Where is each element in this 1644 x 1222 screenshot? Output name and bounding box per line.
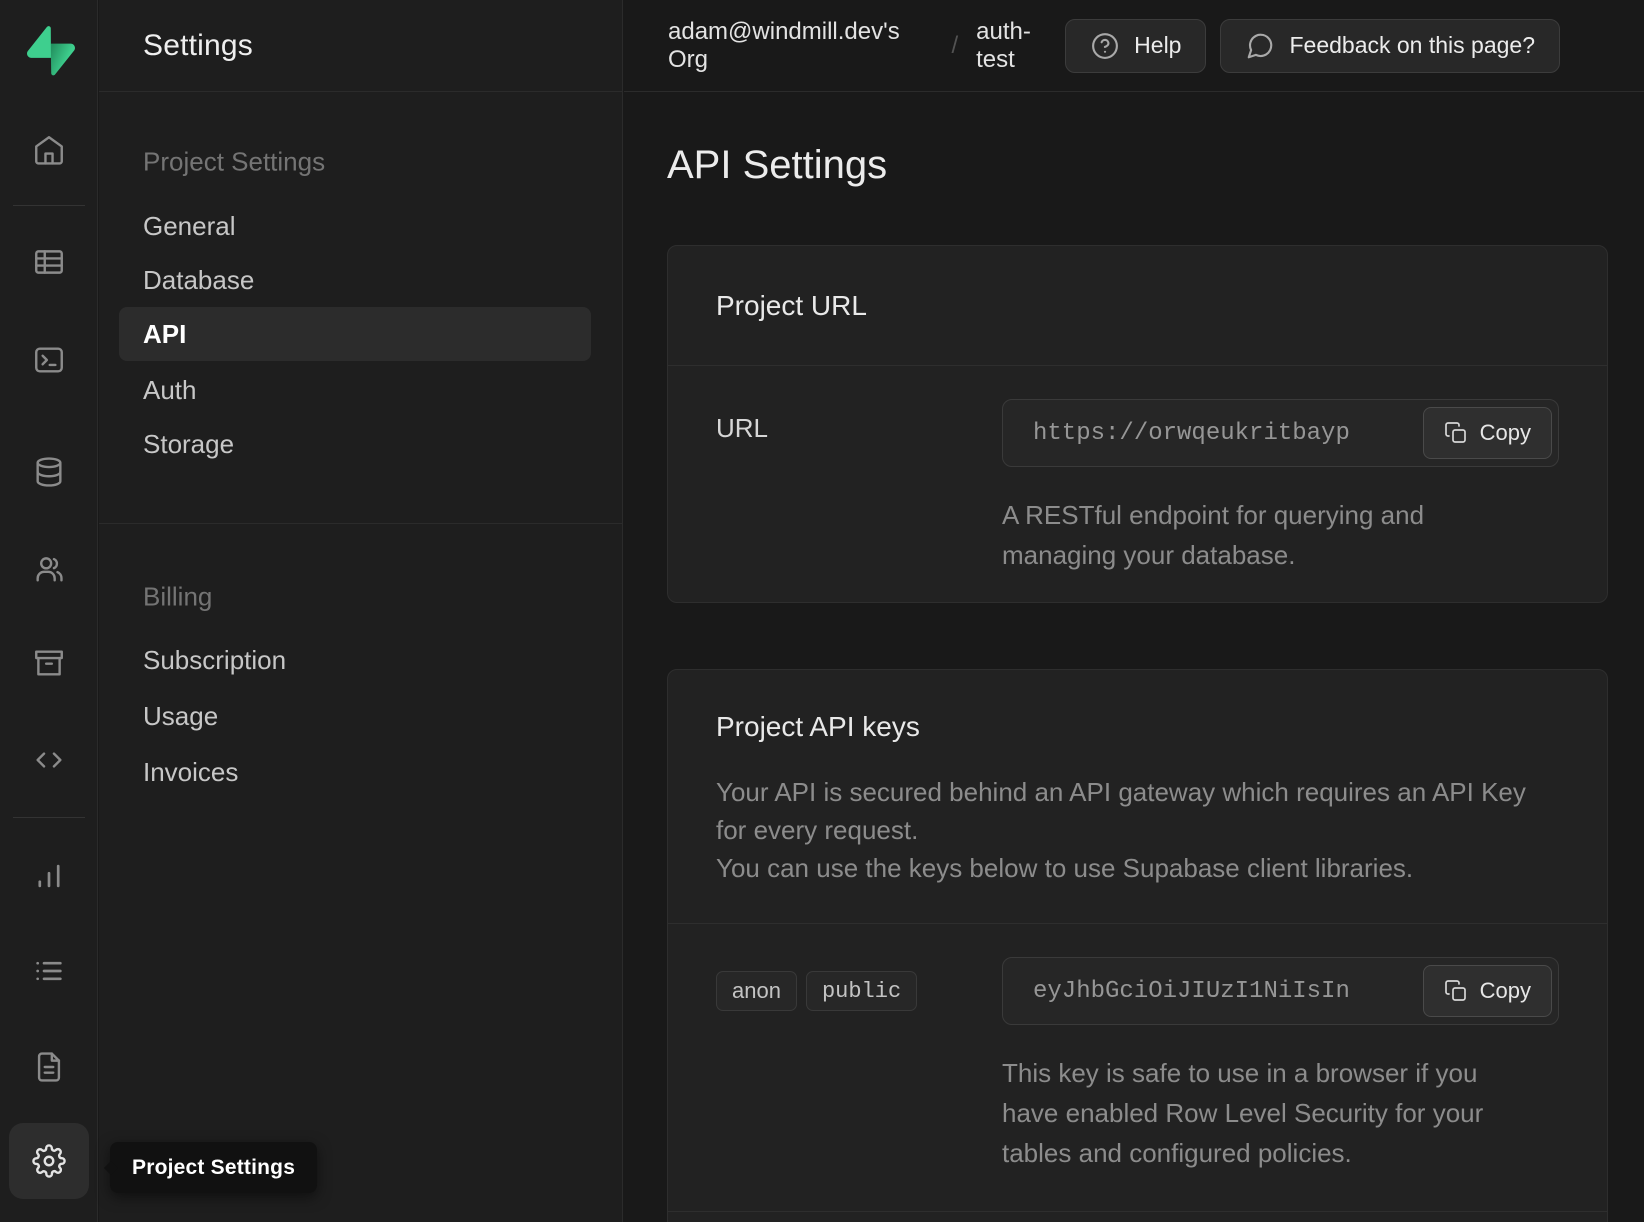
page-title: API Settings [667,143,887,188]
copy-url-button[interactable]: Copy [1423,407,1552,459]
url-field-label: URL [716,413,768,443]
project-api-keys-card: Project API keys Your API is secured beh… [667,669,1608,1222]
sidebar-item-auth[interactable]: Auth [119,363,591,417]
breadcrumb-separator: / [951,32,958,60]
tooltip-text: Project Settings [132,1156,295,1180]
copy-anon-key-label: Copy [1480,978,1531,1004]
anon-key-row: anon public Copy This key is safe to use… [668,924,1607,1173]
auth-users-icon[interactable] [25,545,73,593]
copy-anon-key-button[interactable]: Copy [1423,965,1552,1017]
anon-key-description: This key is safe to use in a browser if … [1002,1053,1502,1173]
functions-code-icon[interactable] [25,736,73,784]
project-url-card-header: Project URL [668,246,1607,366]
copy-url-label: Copy [1480,420,1531,446]
sidebar-item-usage[interactable]: Usage [119,689,591,743]
help-icon [1090,31,1120,61]
anon-key-input[interactable] [1003,978,1403,1005]
docs-file-icon[interactable] [25,1043,73,1091]
public-badge: public [806,971,917,1011]
sidebar-divider [13,817,85,818]
database-icon[interactable] [25,448,73,496]
url-field-row: URL Copy A RESTful endpoint for querying… [668,366,1607,575]
feedback-button-label: Feedback on this page? [1289,32,1535,59]
project-url-card-title: Project URL [716,290,867,322]
copy-icon [1444,979,1468,1003]
breadcrumb: adam@windmill.dev's Org / auth-test [668,18,1065,74]
sidebar-section-divider [99,523,622,524]
table-editor-icon[interactable] [25,238,73,286]
sidebar-item-general[interactable]: General [119,199,591,253]
anon-key-input-wrap: Copy [1002,957,1559,1025]
anon-badge: anon [716,971,797,1011]
supabase-logo[interactable] [27,26,75,76]
project-url-input[interactable] [1003,420,1403,447]
icon-sidebar [0,0,98,1222]
sidebar-item-api[interactable]: API [119,307,591,361]
project-url-description: A RESTful endpoint for querying and mana… [1002,495,1502,575]
section-label-project-settings: Project Settings [143,147,325,178]
project-url-input-wrap: Copy [1002,399,1559,467]
main-content: adam@windmill.dev's Org / auth-test Help… [624,0,1644,1222]
section-label-billing: Billing [143,582,212,613]
sidebar-item-storage[interactable]: Storage [119,417,591,471]
api-keys-card-title: Project API keys [716,711,1559,743]
speech-bubble-icon [1245,31,1275,61]
sql-editor-icon[interactable] [25,336,73,384]
home-icon[interactable] [25,126,73,174]
storage-archive-icon[interactable] [25,639,73,687]
sidebar-title: Settings [143,29,253,63]
api-keys-description-1: Your API is secured behind an API gatewa… [716,773,1536,849]
project-settings-tooltip: Project Settings [110,1142,317,1193]
sidebar-item-database[interactable]: Database [119,253,591,307]
sidebar-divider [13,205,85,206]
main-header: adam@windmill.dev's Org / auth-test Help… [624,0,1644,92]
reports-chart-icon[interactable] [25,852,73,900]
sidebar-item-invoices[interactable]: Invoices [119,745,591,799]
api-keys-description-2: You can use the keys below to use Supaba… [716,849,1536,887]
key-row-divider [668,1211,1607,1212]
copy-icon [1444,421,1468,445]
breadcrumb-project[interactable]: auth-test [976,18,1065,74]
help-button[interactable]: Help [1065,19,1206,73]
settings-sidebar-header: Settings [99,0,622,92]
feedback-button[interactable]: Feedback on this page? [1220,19,1560,73]
sidebar-item-subscription[interactable]: Subscription [119,633,591,687]
help-button-label: Help [1134,32,1181,59]
api-keys-card-header: Project API keys Your API is secured beh… [668,670,1607,924]
project-settings-gear-icon[interactable] [9,1123,89,1199]
key-badges: anon public [716,971,1002,1011]
breadcrumb-org[interactable]: adam@windmill.dev's Org [668,18,933,74]
project-url-card: Project URL URL Copy A RESTful endpoint … [667,245,1608,603]
settings-sidebar: Settings Project Settings General Databa… [99,0,623,1222]
logs-list-icon[interactable] [25,947,73,995]
